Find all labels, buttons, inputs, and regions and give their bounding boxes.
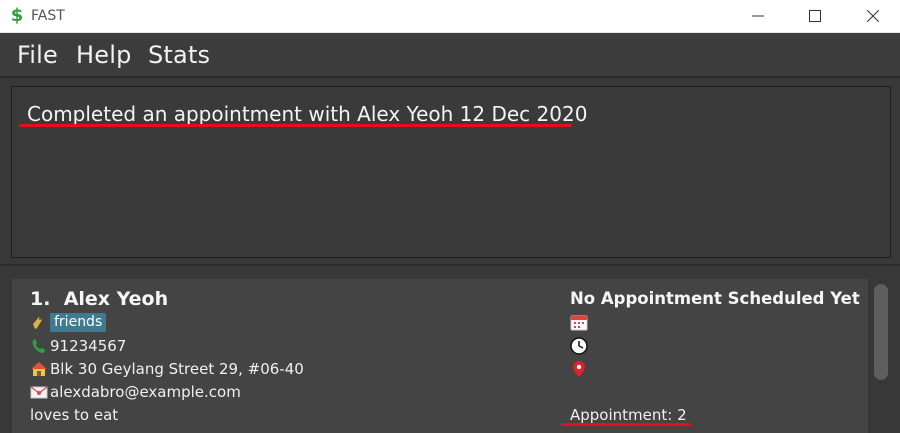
person-list-panel: 1. Alex Yeoh friends 91234567 Blk 30 Gey… [0, 267, 900, 433]
menu-stats[interactable]: Stats [148, 41, 210, 69]
tag-icon [30, 314, 48, 332]
window-title: FAST [31, 8, 65, 24]
annotation-underline [19, 124, 572, 127]
remark-row: loves to eat [30, 406, 118, 424]
email-text: alexdabro@example.com [50, 383, 241, 401]
menu-help[interactable]: Help [76, 41, 132, 69]
close-button[interactable] [850, 0, 896, 32]
address-row: Blk 30 Geylang Street 29, #06-40 [30, 360, 304, 378]
menu-file[interactable]: File [17, 41, 58, 69]
location-pin-icon [570, 360, 588, 378]
minimize-button[interactable] [735, 0, 781, 32]
list-scrollbar[interactable] [874, 284, 888, 380]
envelope-icon [30, 383, 48, 401]
remark-text: loves to eat [30, 406, 119, 424]
calendar-icon [570, 313, 588, 331]
appointment-status: No Appointment Scheduled Yet [570, 289, 860, 308]
tags-row: friends [30, 313, 107, 332]
phone-row: 91234567 [30, 337, 126, 355]
person-card[interactable]: 1. Alex Yeoh friends 91234567 Blk 30 Gey… [12, 279, 868, 433]
result-display-panel: Completed an appointment with Alex Yeoh … [0, 79, 900, 266]
result-message: Completed an appointment with Alex Yeoh … [27, 102, 588, 126]
appointment-count: Appointment: 2 [570, 406, 687, 424]
person-name-text: Alex Yeoh [63, 288, 169, 310]
tag-badge: friends [50, 313, 107, 332]
phone-number: 91234567 [50, 337, 127, 355]
email-row: alexdabro@example.com [30, 383, 241, 401]
annotation-underline [561, 423, 691, 426]
dollar-sign-icon: $ [10, 5, 24, 26]
minimize-icon [752, 15, 764, 17]
clock-icon [570, 337, 588, 355]
house-icon [30, 360, 48, 378]
person-name: 1. Alex Yeoh [30, 288, 168, 310]
maximize-icon [809, 10, 821, 22]
title-bar: $ FAST [0, 0, 900, 33]
person-index: 1. [30, 288, 51, 310]
menu-bar: File Help Stats [0, 33, 900, 78]
address-text: Blk 30 Geylang Street 29, #06-40 [50, 360, 304, 378]
phone-icon [30, 337, 48, 355]
close-icon [867, 10, 879, 22]
maximize-button[interactable] [792, 0, 838, 32]
result-display[interactable]: Completed an appointment with Alex Yeoh … [11, 86, 891, 258]
